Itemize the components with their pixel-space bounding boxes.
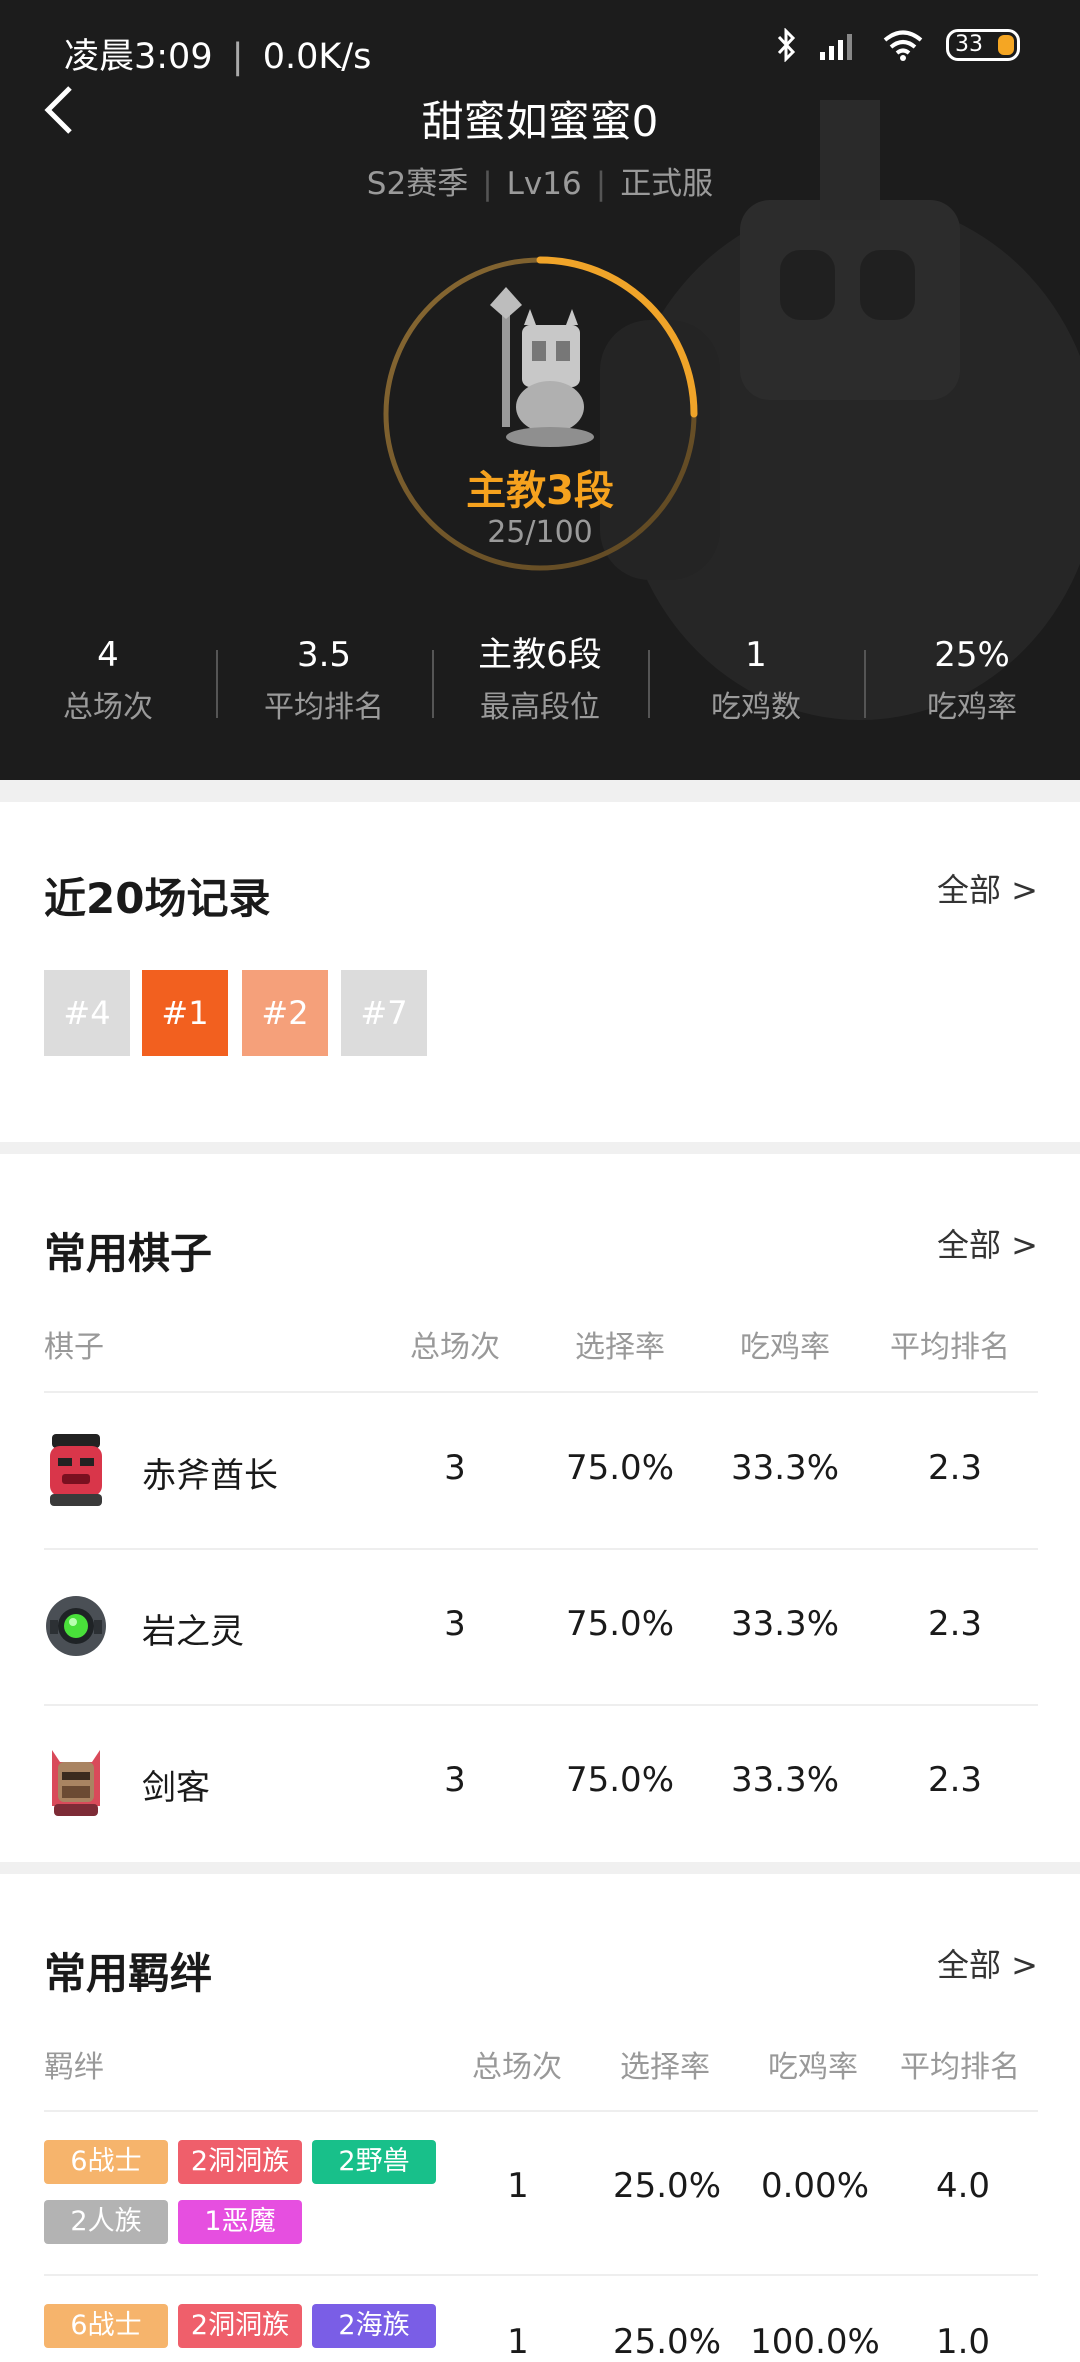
piece-name: 剑客 [142, 1768, 210, 1808]
player-meta: S2赛季 | Lv16 | 正式服 [366, 166, 714, 202]
level-label: Lv16 [506, 166, 582, 202]
battery-icon: 33 [946, 29, 1020, 61]
section-divider [0, 1142, 1080, 1154]
bond-games: 1 [507, 2322, 529, 2362]
bond-tag: 2洞洞族 [178, 2304, 302, 2348]
common-pieces-title: 常用棋子 [44, 1229, 213, 1278]
player-name: 甜蜜如蜜蜜0 [421, 97, 659, 146]
row-divider [44, 1548, 1038, 1550]
stat-total-games: 4 总场次 [63, 635, 153, 725]
recent-rank-chip[interactable]: #2 [242, 970, 328, 1056]
bond-win-rate: 100.0% [750, 2322, 880, 2362]
bonds-header-avg-rank: 平均排名 [900, 2050, 1020, 2085]
row-divider [44, 1391, 1038, 1393]
swordsman-icon [52, 1750, 100, 1816]
bonds-header-pick-rate: 选择率 [620, 2050, 710, 2085]
bond-tag: 2海族 [312, 2304, 436, 2348]
piece-name: 岩之灵 [142, 1612, 244, 1652]
bond-tag: 1恶魔 [178, 2200, 302, 2244]
pieces-header-win-rate: 吃鸡率 [740, 1330, 830, 1365]
recent-see-all-link[interactable]: 全部 > [937, 865, 1038, 911]
stats-row: 4 总场次 3.5 平均排名 主教6段 最高段位 1 吃鸡数 25% 吃鸡率 [0, 630, 1080, 736]
common-bonds-title: 常用羁绊 [44, 1949, 213, 1998]
status-bar: 凌晨3:09 | 0.0K/s 33 [0, 0, 1080, 90]
rank-points: 25/100 [487, 515, 593, 550]
pieces-header-pick-rate: 选择率 [575, 1330, 665, 1365]
section-divider [0, 1862, 1080, 1874]
piece-avg-rank: 2.3 [927, 1604, 983, 1644]
pieces-header-avg-rank: 平均排名 [890, 1330, 1010, 1365]
piece-win-rate: 33.3% [730, 1604, 839, 1644]
recent-rank-chip[interactable]: #7 [341, 970, 427, 1056]
piece-pick-rate: 75.0% [565, 1448, 674, 1488]
red-chief-icon [50, 1434, 102, 1506]
section-divider [0, 780, 1080, 802]
bond-tag: 6战士 [44, 2140, 168, 2184]
server-label: 正式服 [620, 166, 714, 202]
bond-pick-rate: 25.0% [612, 2166, 721, 2206]
stat-highest-rank: 主教6段 最高段位 [432, 630, 648, 736]
piece-win-rate: 33.3% [730, 1448, 839, 1488]
piece-pick-rate: 75.0% [565, 1760, 674, 1800]
bond-tag: 2洞洞族 [178, 2140, 302, 2184]
piece-games: 3 [444, 1604, 466, 1644]
stat-avg-rank: 3.5 平均排名 [216, 630, 432, 736]
bond-tag: 6战士 [44, 2304, 168, 2348]
pieces-see-all-link[interactable]: 全部 > [937, 1220, 1038, 1266]
bluetooth-icon [777, 28, 796, 62]
piece-games: 3 [444, 1448, 466, 1488]
row-divider [44, 2274, 1038, 2276]
signal-icon [820, 34, 852, 60]
bishop-rank-icon [490, 287, 594, 447]
bonds-header-games: 总场次 [472, 2050, 562, 2085]
piece-name: 赤斧酋长 [142, 1456, 278, 1496]
bond-win-rate: 0.00% [760, 2166, 869, 2206]
row-divider [44, 1704, 1038, 1706]
row-divider [44, 2110, 1038, 2112]
pieces-header-piece: 棋子 [44, 1330, 104, 1365]
bond-tag: 2野兽 [312, 2140, 436, 2184]
status-time: 凌晨3:09 | 0.0K/s [64, 37, 372, 77]
profile-header: 凌晨3:09 | 0.0K/s 33 甜蜜如蜜蜜0 S2赛季 | Lv16 | … [0, 0, 1080, 780]
piece-games: 3 [444, 1760, 466, 1800]
piece-avg-rank: 2.3 [927, 1760, 983, 1800]
bond-games: 1 [507, 2166, 529, 2206]
season-label: S2赛季 [366, 166, 469, 202]
bond-avg-rank: 4.0 [935, 2166, 991, 2206]
bonds-header-win-rate: 吃鸡率 [768, 2050, 858, 2085]
bonds-see-all-link[interactable]: 全部 > [937, 1940, 1038, 1986]
recent-rank-chip[interactable]: #1 [142, 970, 228, 1056]
bonds-header-bond: 羁绊 [44, 2050, 104, 2085]
pieces-header-games: 总场次 [410, 1330, 500, 1365]
bond-pick-rate: 25.0% [612, 2322, 721, 2362]
current-rank: 主教3段 [466, 468, 614, 514]
bond-tag: 2人族 [44, 2200, 168, 2244]
piece-avg-rank: 2.3 [927, 1448, 983, 1488]
status-icons: 33 [776, 28, 1020, 62]
piece-win-rate: 33.3% [730, 1760, 839, 1800]
recent-rank-chip[interactable]: #4 [44, 970, 130, 1056]
rock-spirit-icon [46, 1596, 106, 1656]
stat-wins: 1 吃鸡数 [648, 630, 864, 736]
bond-avg-rank: 1.0 [935, 2322, 991, 2362]
stat-win-rate: 25% 吃鸡率 [864, 630, 1080, 736]
wifi-icon [883, 30, 923, 61]
recent-records-title: 近20场记录 [44, 874, 271, 923]
piece-pick-rate: 75.0% [565, 1604, 674, 1644]
